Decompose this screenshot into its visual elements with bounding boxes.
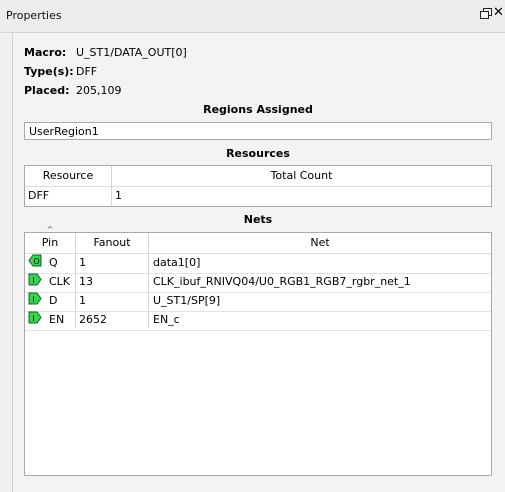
net-row[interactable]: O Q 1 data1[0] <box>25 254 491 274</box>
nets-table: Pin ^ Fanout Net O Q 1 data1[0] I CLK 13 CLK_ib… <box>24 225 492 476</box>
close-icon[interactable]: ✕ <box>493 6 505 19</box>
regions-field[interactable]: UserRegion1 <box>24 122 492 140</box>
region-value: UserRegion1 <box>29 125 99 138</box>
nets-header-pin[interactable]: Pin ^ <box>25 225 75 254</box>
net-fanout: 2652 <box>79 313 107 326</box>
svg-text:I: I <box>32 295 34 304</box>
placed-label: Placed: <box>24 84 70 97</box>
types-label: Type(s): <box>24 65 74 78</box>
input-pin-icon: I <box>28 273 42 286</box>
resources-header-total-count[interactable]: Total Count <box>112 166 491 187</box>
svg-text:O: O <box>33 257 39 266</box>
macro-value: U_ST1/DATA_OUT[0] <box>76 46 187 59</box>
net-fanout: 1 <box>79 294 86 307</box>
net-name: EN_c <box>153 313 180 326</box>
resource-name: DFF <box>28 189 50 202</box>
input-pin-icon: I <box>28 292 42 305</box>
sort-ascending-icon: ^ <box>46 225 54 234</box>
net-name: CLK_ibuf_RNIVQ04/U0_RGB1_RGB7_rgbr_net_1 <box>153 275 411 288</box>
net-pin: D <box>49 294 58 307</box>
macro-label: Macro: <box>24 46 67 59</box>
net-name: U_ST1/SP[9] <box>153 294 221 307</box>
nets-header-net[interactable]: Net <box>149 233 491 254</box>
net-pin: EN <box>49 313 65 326</box>
net-fanout: 1 <box>79 256 86 269</box>
net-row[interactable]: I CLK 13 CLK_ibuf_RNIVQ04/U0_RGB1_RGB7_rgbr… <box>25 273 491 293</box>
macro-row: Macro: U_ST1/DATA_OUT[0] <box>24 46 187 59</box>
resources-header-resource[interactable]: Resource <box>25 166 111 187</box>
nets-header-pin-label: Pin <box>41 236 59 249</box>
net-pin: CLK <box>49 275 71 288</box>
resource-count: 1 <box>115 189 122 202</box>
net-name: data1[0] <box>153 256 201 269</box>
nets-header-fanout[interactable]: Fanout <box>76 233 148 254</box>
types-row: Type(s): DFF <box>24 65 97 78</box>
resources-table: Resource Total Count DFF 1 <box>24 165 492 207</box>
regions-title: Regions Assigned <box>203 103 313 116</box>
float-window-icon[interactable] <box>480 8 492 20</box>
resources-row[interactable]: DFF 1 <box>25 187 491 206</box>
resources-title: Resources <box>226 147 290 160</box>
placed-value: 205,109 <box>76 84 122 97</box>
svg-text:I: I <box>32 276 34 285</box>
net-fanout: 13 <box>79 275 93 288</box>
placed-row: Placed: 205,109 <box>24 84 122 97</box>
net-pin: Q <box>49 256 58 269</box>
nets-title: Nets <box>243 213 273 226</box>
net-row[interactable]: I D 1 U_ST1/SP[9] <box>25 292 491 312</box>
net-row[interactable]: I EN 2652 EN_c <box>25 311 491 331</box>
output-pin-icon: O <box>28 254 42 267</box>
panel-titlebar: Properties ✕ <box>0 0 505 33</box>
types-value: DFF <box>76 65 98 78</box>
panel-title: Properties <box>6 9 62 22</box>
svg-text:I: I <box>32 314 34 323</box>
input-pin-icon: I <box>28 311 42 324</box>
